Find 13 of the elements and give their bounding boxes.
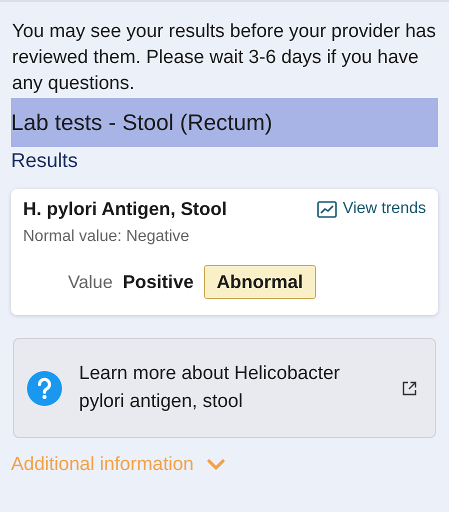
external-link-icon — [402, 380, 417, 396]
abnormal-flag: Abnormal — [204, 265, 316, 299]
learn-more-link[interactable]: Learn more about Helicobacter pylori antigen, stool — [13, 338, 436, 438]
result-value: Positive — [122, 271, 194, 293]
normal-value-text: Normal value: Negative — [23, 228, 190, 246]
notice-text: You may see your results before your provider has reviewed them. Please wait 3-6 days if you have any questions. — [12, 20, 437, 96]
help-icon — [27, 370, 62, 406]
view-trends-link[interactable]: View trends — [316, 200, 426, 218]
section-heading: Lab tests - Stool (Rectum) — [11, 98, 438, 147]
trend-chart-icon — [316, 200, 337, 218]
results-label: Results — [11, 149, 79, 174]
value-label: Value — [68, 272, 113, 292]
test-name: H. pylori Antigen, Stool — [23, 198, 227, 220]
